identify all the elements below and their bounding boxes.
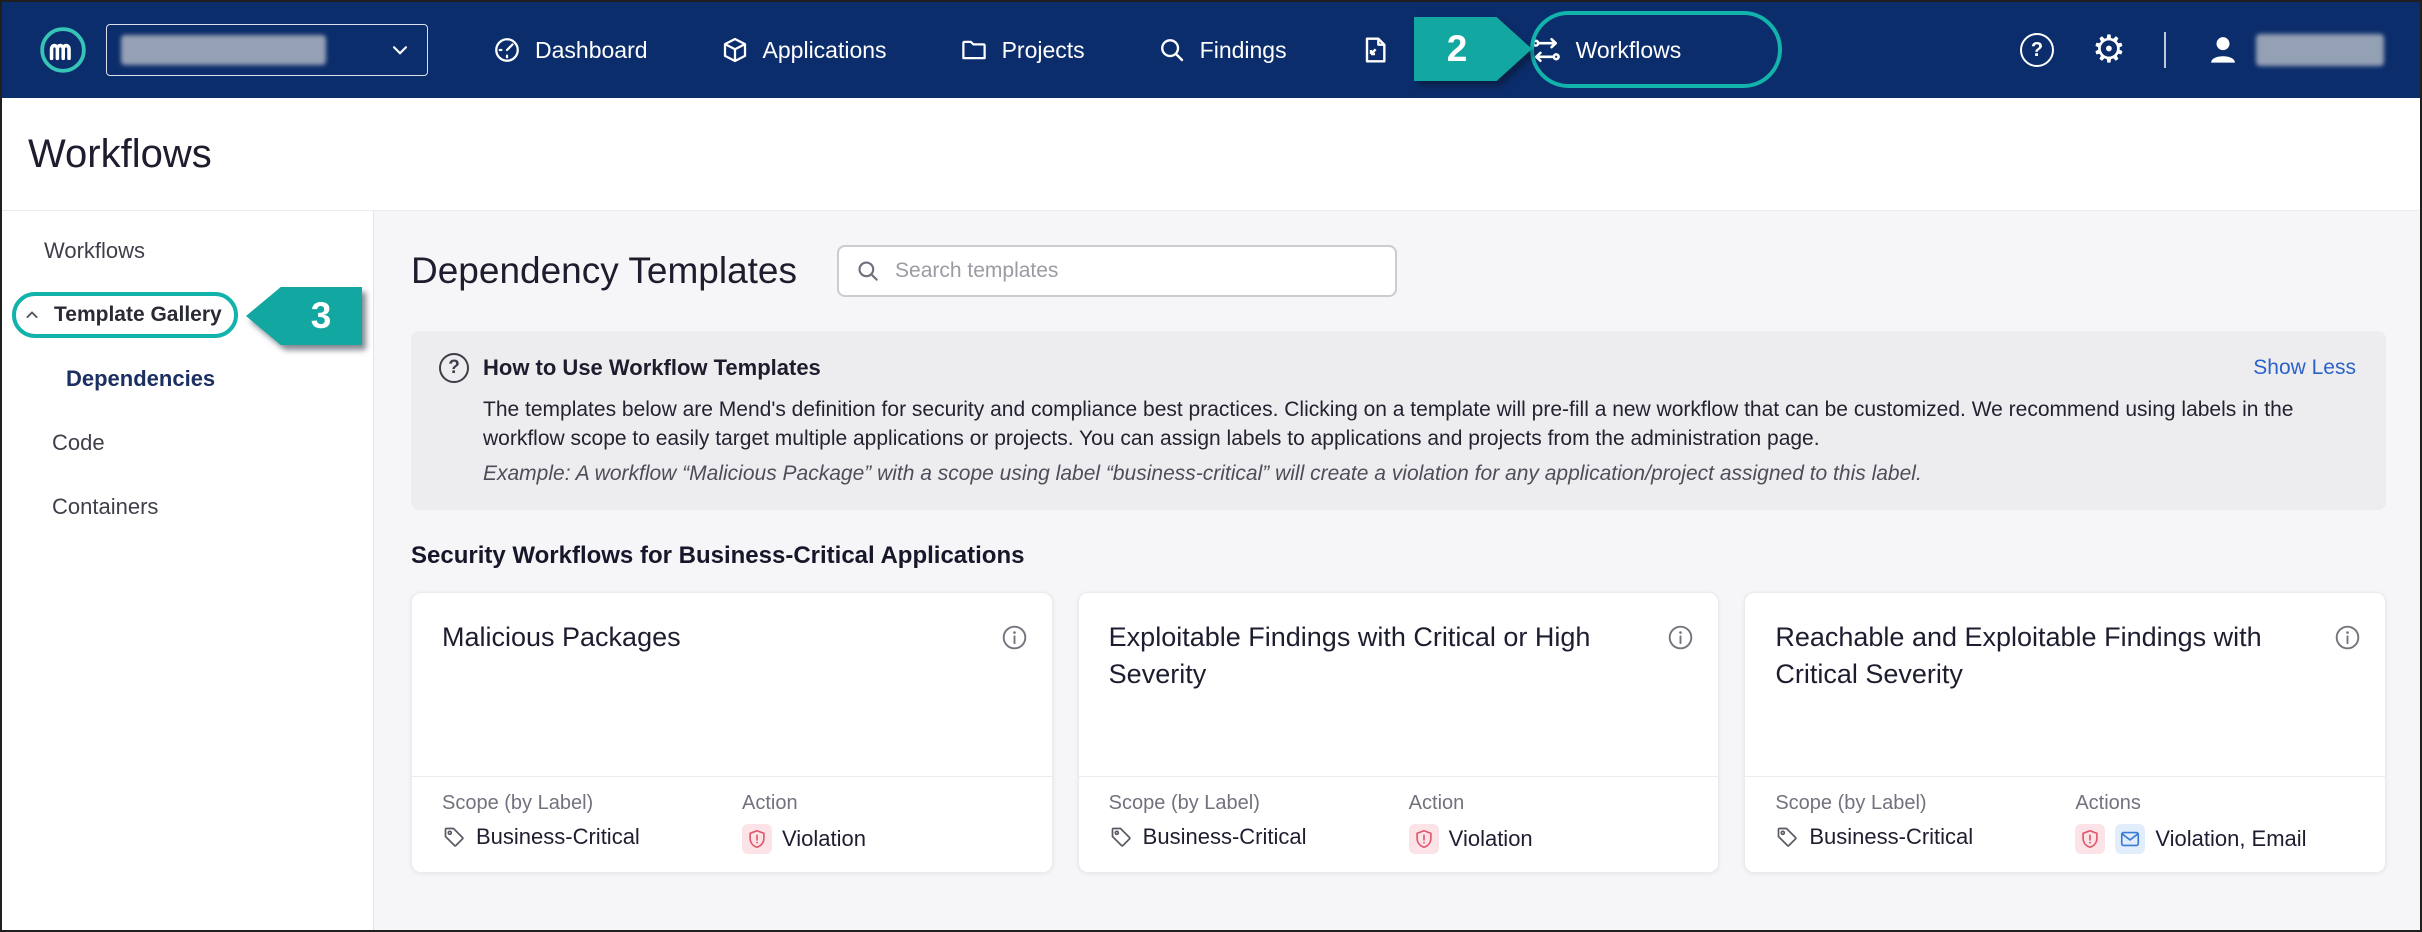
sidebar-item-label: Code [52,430,105,456]
action-label: Action [1409,792,1709,815]
gear-glyph: ⚙ [2092,29,2126,71]
infobox-title: How to Use Workflow Templates [483,355,821,381]
action-value: Violation [782,826,866,852]
question-circle-icon: ? [439,353,469,383]
nav-projects[interactable]: Projects [959,35,1085,65]
sidebar-item-label: Containers [52,494,158,520]
callout-step-3: 3 [246,287,362,345]
action-label: Action [742,792,1042,815]
navbar-divider [2164,32,2166,68]
tag-icon [1775,825,1799,849]
nav-label: Dashboard [535,37,648,64]
app-window: Dashboard Applications Projects [0,0,2422,932]
nav-label: Workflows [1576,37,1682,64]
user-menu[interactable] [2204,31,2384,69]
sidebar-item-code[interactable]: Code [2,411,373,475]
top-navbar: Dashboard Applications Projects [2,2,2420,98]
question-glyph: ? [448,357,460,379]
card-title: Exploitable Findings with Critical or Hi… [1109,619,1639,776]
main-title: Dependency Templates [411,250,797,292]
callout-step-2: 2 [1414,17,1532,81]
chevron-up-icon [22,305,42,325]
action-value: Violation [1449,826,1533,852]
content-area: Workflows Template Gallery Dependencies … [2,210,2420,930]
main-panel: Dependency Templates ? How to Use Workfl… [374,211,2420,930]
help-glyph: ? [2031,39,2043,62]
info-circle-icon[interactable] [2334,624,2361,776]
scope-label: Scope (by Label) [1109,792,1409,815]
template-search[interactable] [837,245,1397,297]
card-title: Malicious Packages [442,619,681,776]
how-to-infobox: ? How to Use Workflow Templates Show Les… [411,331,2386,510]
info-circle-icon[interactable] [1001,624,1028,776]
sidebar: Workflows Template Gallery Dependencies … [2,211,374,930]
callout-number: 3 [311,295,332,337]
template-card-reachable-exploitable[interactable]: Reachable and Exploitable Findings with … [1744,592,2386,873]
redacted-user-name [2256,34,2384,66]
org-selector-dropdown[interactable] [106,24,428,76]
card-footer: Scope (by Label) Business-Critical [412,776,1052,872]
document-icon [1359,34,1391,66]
actions-value: Violation, Email [2155,826,2306,852]
findings-icon [1157,35,1187,65]
nav-dashboard[interactable]: Dashboard [492,35,648,65]
workflows-icon [1529,33,1563,67]
callout-arrow-left: 3 [246,287,362,345]
nav-label: Projects [1002,37,1085,64]
help-icon[interactable]: ? [2020,33,2054,67]
shield-violation-icon [742,824,772,854]
email-icon [2115,824,2145,854]
projects-icon [959,35,989,65]
scope-label: Scope (by Label) [442,792,742,815]
search-icon [855,258,881,284]
dashboard-icon [492,35,522,65]
search-input[interactable] [895,259,1379,283]
scope-value: Business-Critical [1143,824,1307,850]
gear-icon[interactable]: ⚙ [2092,31,2126,69]
callout-arrow-right: 2 [1414,17,1532,81]
sidebar-item-containers[interactable]: Containers [2,475,373,539]
sidebar-item-label: Dependencies [66,366,215,392]
template-card-exploitable-findings[interactable]: Exploitable Findings with Critical or Hi… [1078,592,1720,873]
nav-label: Applications [763,37,887,64]
card-footer: Scope (by Label) Business-Critical [1079,776,1719,872]
show-less-link[interactable]: Show Less [2253,356,2356,380]
applications-icon [720,35,750,65]
tag-icon [1109,825,1133,849]
actions-label: Actions [2075,792,2375,815]
redacted-org-name [121,35,326,65]
shield-violation-icon [1409,824,1439,854]
main-header: Dependency Templates [411,245,2386,297]
nav-label: Findings [1200,37,1287,64]
user-avatar-icon [2204,31,2242,69]
scope-label: Scope (by Label) [1775,792,2075,815]
page-header: Workflows [2,98,2420,210]
callout-number: 2 [1447,28,1468,70]
nav-findings[interactable]: Findings [1157,35,1287,65]
shield-violation-icon [2075,824,2105,854]
info-circle-icon[interactable] [1667,624,1694,776]
navbar-right-cluster: ? ⚙ [2020,31,2384,69]
template-card-malicious-packages[interactable]: Malicious Packages Scope (by Label) [411,592,1053,873]
page-title: Workflows [28,132,212,177]
chevron-down-icon [387,37,413,63]
scope-value: Business-Critical [1809,824,1973,850]
sidebar-item-workflows[interactable]: Workflows [2,219,373,283]
infobox-example: Example: A workflow “Malicious Package” … [483,462,2356,486]
tag-icon [442,825,466,849]
template-cards-row: Malicious Packages Scope (by Label) [411,592,2386,873]
nav-applications[interactable]: Applications [720,35,887,65]
mend-logo [38,25,88,75]
scope-value: Business-Critical [476,824,640,850]
nav-document-button[interactable] [1359,34,1391,66]
sidebar-item-label: Workflows [44,238,145,264]
infobox-body: The templates below are Mend's definitio… [483,395,2356,453]
nav-workflows[interactable]: Workflows [1529,33,1682,67]
section-title: Security Workflows for Business-Critical… [411,542,2386,570]
sidebar-item-label: Template Gallery [54,303,222,327]
sidebar-item-dependencies[interactable]: Dependencies [2,347,373,411]
card-title: Reachable and Exploitable Findings with … [1775,619,2305,776]
card-footer: Scope (by Label) Business-Critical [1745,776,2385,872]
